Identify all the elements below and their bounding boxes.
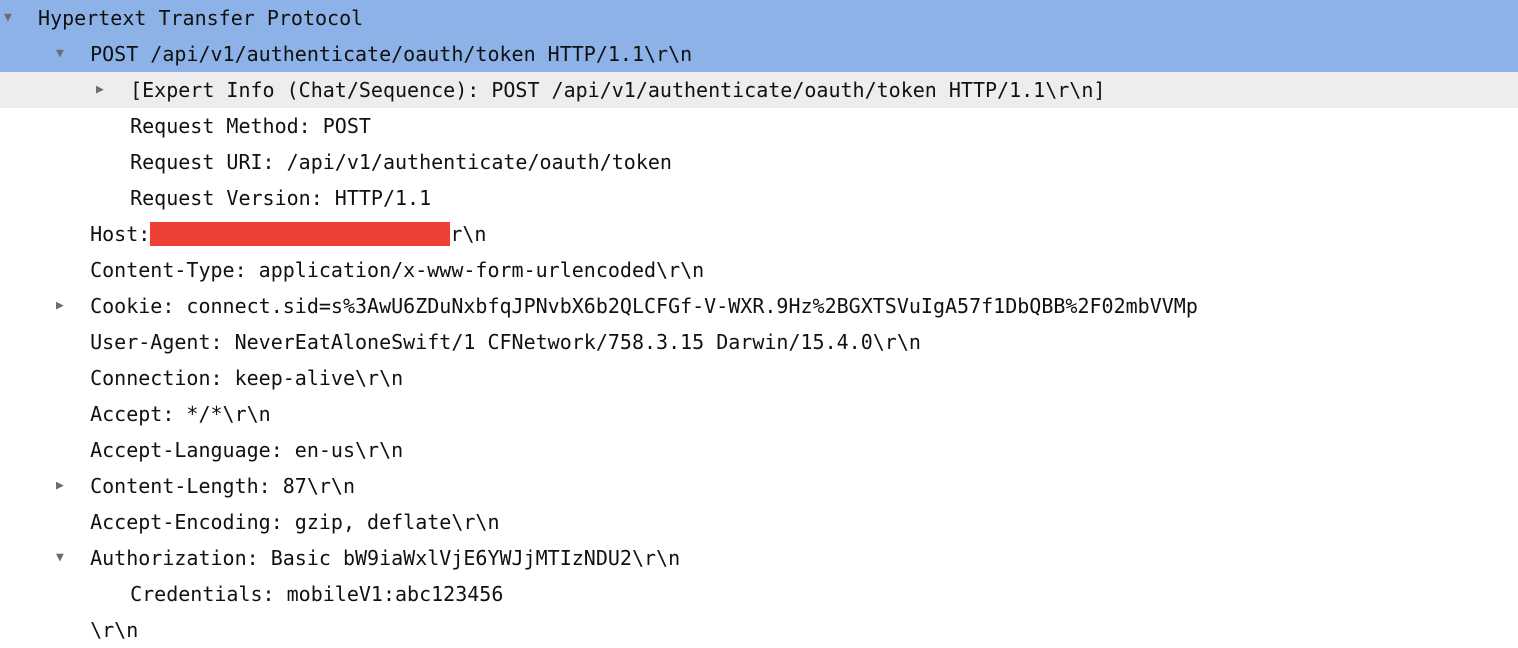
chevron-down-icon[interactable]: ▼ — [56, 546, 78, 569]
chevron-down-icon[interactable]: ▼ — [4, 6, 26, 29]
accept: Accept: */*\r\n — [90, 402, 271, 426]
connection: Connection: keep-alive\r\n — [90, 366, 403, 390]
accept-encoding: Accept-Encoding: gzip, deflate\r\n — [90, 510, 499, 534]
user-agent: User-Agent: NeverEatAloneSwift/1 CFNetwo… — [90, 330, 921, 354]
accept-language: Accept-Language: en-us\r\n — [90, 438, 403, 462]
request-line: POST /api/v1/authenticate/oauth/token HT… — [90, 42, 692, 66]
tree-header-content-type[interactable]: • Content-Type: application/x-www-form-u… — [0, 252, 1518, 288]
host-label: Host: — [90, 222, 150, 246]
tree-header-authorization[interactable]: ▼ Authorization: Basic bW9iaWxlVjE6YWJjM… — [0, 540, 1518, 576]
protocol-name: Hypertext Transfer Protocol — [38, 6, 363, 30]
chevron-right-icon[interactable]: ▶ — [96, 78, 118, 101]
tree-header-accept-encoding[interactable]: • Accept-Encoding: gzip, deflate\r\n — [0, 504, 1518, 540]
tree-request-line[interactable]: ▼ POST /api/v1/authenticate/oauth/token … — [0, 36, 1518, 72]
content-type: Content-Type: application/x-www-form-url… — [90, 258, 704, 282]
request-version: Request Version: HTTP/1.1 — [130, 186, 431, 210]
redacted-host — [150, 222, 450, 246]
packet-tree: ▼ Hypertext Transfer Protocol ▼ POST /ap… — [0, 0, 1518, 648]
cookie-value: Cookie: connect.sid=s%3AwU6ZDuNxbfqJPNvb… — [90, 294, 1198, 318]
tree-header-cookie[interactable]: ▶ Cookie: connect.sid=s%3AwU6ZDuNxbfqJPN… — [0, 288, 1518, 324]
tree-credentials[interactable]: • Credentials: mobileV1:abc123456 — [0, 576, 1518, 612]
tree-header-accept[interactable]: • Accept: */*\r\n — [0, 396, 1518, 432]
chevron-right-icon[interactable]: ▶ — [56, 294, 78, 317]
tree-header-connection[interactable]: • Connection: keep-alive\r\n — [0, 360, 1518, 396]
tree-request-uri[interactable]: • Request URI: /api/v1/authenticate/oaut… — [0, 144, 1518, 180]
chevron-right-icon[interactable]: ▶ — [56, 474, 78, 497]
tree-protocol-header[interactable]: ▼ Hypertext Transfer Protocol — [0, 0, 1518, 36]
tree-request-version[interactable]: • Request Version: HTTP/1.1 — [0, 180, 1518, 216]
credentials: Credentials: mobileV1:abc123456 — [130, 582, 503, 606]
tree-expert-info[interactable]: ▶ [Expert Info (Chat/Sequence): POST /ap… — [0, 72, 1518, 108]
content-length: Content-Length: 87\r\n — [90, 474, 355, 498]
chevron-down-icon[interactable]: ▼ — [56, 42, 78, 65]
tree-header-user-agent[interactable]: • User-Agent: NeverEatAloneSwift/1 CFNet… — [0, 324, 1518, 360]
host-suffix: r\n — [450, 222, 486, 246]
expert-info-text: [Expert Info (Chat/Sequence): POST /api/… — [130, 78, 1105, 102]
tree-header-accept-language[interactable]: • Accept-Language: en-us\r\n — [0, 432, 1518, 468]
tree-request-method[interactable]: • Request Method: POST — [0, 108, 1518, 144]
request-method: Request Method: POST — [130, 114, 371, 138]
tree-header-content-length[interactable]: ▶ Content-Length: 87\r\n — [0, 468, 1518, 504]
request-uri: Request URI: /api/v1/authenticate/oauth/… — [130, 150, 672, 174]
crlf: \r\n — [90, 618, 138, 642]
tree-empty-line[interactable]: • \r\n — [0, 612, 1518, 648]
authorization: Authorization: Basic bW9iaWxlVjE6YWJjMTI… — [90, 546, 680, 570]
tree-header-host[interactable]: • Host:r\n — [0, 216, 1518, 252]
